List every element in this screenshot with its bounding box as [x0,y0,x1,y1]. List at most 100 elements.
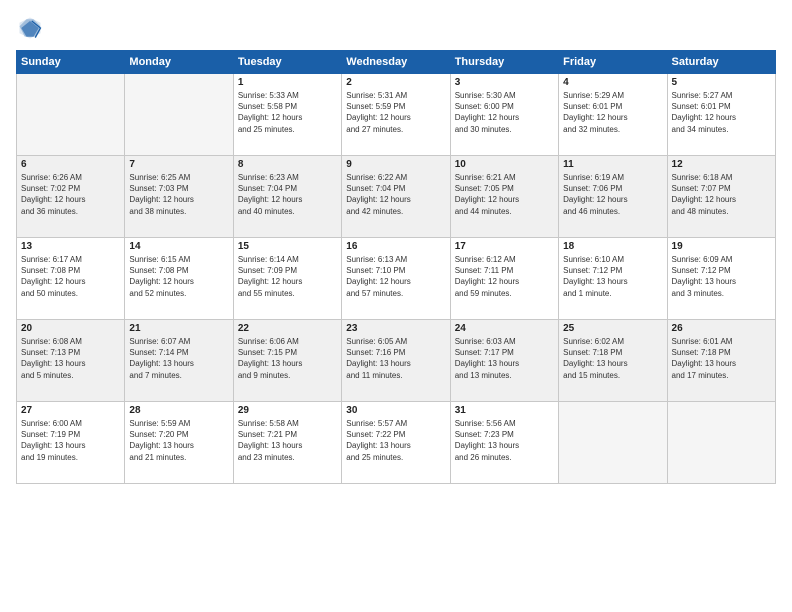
day-detail: Sunrise: 6:17 AM Sunset: 7:08 PM Dayligh… [21,254,120,299]
day-number: 10 [455,159,554,170]
day-number: 8 [238,159,337,170]
day-number: 30 [346,405,445,416]
day-detail: Sunrise: 6:21 AM Sunset: 7:05 PM Dayligh… [455,172,554,217]
calendar-cell: 27Sunrise: 6:00 AM Sunset: 7:19 PM Dayli… [17,402,125,484]
calendar-cell: 13 Sunrise: 6:17 AM Sunset: 7:08 PM Dayli… [17,238,125,320]
day-detail: Sunrise: 6:08 AM Sunset: 7:13 PM Dayligh… [21,336,120,381]
calendar-cell: 30 Sunrise: 5:57 AM Sunset: 7:22 PM Dayli… [342,402,450,484]
calendar-cell: 18Sunrise: 6:10 AM Sunset: 7:12 PM Dayli… [559,238,667,320]
calendar-cell: 19Sunrise: 6:09 AM Sunset: 7:12 PM Dayli… [667,238,775,320]
logo-icon [16,14,44,42]
day-detail: Sunrise: 6:26 AM Sunset: 7:02 PM Dayligh… [21,172,120,217]
day-detail: Sunrise: 6:23 AM Sunset: 7:04 PM Dayligh… [238,172,337,217]
day-detail: Sunrise: 6:05 AM Sunset: 7:16 PM Dayligh… [346,336,445,381]
day-detail: Sunrise: 5:33 AM Sunset: 5:58 PM Dayligh… [238,90,337,135]
calendar-cell: 24 Sunrise: 6:03 AM Sunset: 7:17 PM Dayli… [450,320,558,402]
day-detail: Sunrise: 6:22 AM Sunset: 7:04 PM Dayligh… [346,172,445,217]
day-number: 14 [129,241,228,252]
day-number: 9 [346,159,445,170]
day-number: 2 [346,77,445,88]
day-number: 29 [238,405,337,416]
day-number: 28 [129,405,228,416]
calendar-week-4: 20 Sunrise: 6:08 AM Sunset: 7:13 PM Dayli… [17,320,776,402]
calendar-cell: 12 Sunrise: 6:18 AM Sunset: 7:07 PM Dayli… [667,156,775,238]
calendar-cell: 26 Sunrise: 6:01 AM Sunset: 7:18 PM Dayli… [667,320,775,402]
day-detail: Sunrise: 5:56 AM Sunset: 7:23 PM Dayligh… [455,418,554,463]
day-number: 31 [455,405,554,416]
calendar-cell: 9 Sunrise: 6:22 AM Sunset: 7:04 PM Daylig… [342,156,450,238]
calendar-cell: 22 Sunrise: 6:06 AM Sunset: 7:15 PM Dayli… [233,320,341,402]
day-number: 1 [238,77,337,88]
day-number: 3 [455,77,554,88]
calendar-cell: 3Sunrise: 5:30 AM Sunset: 6:00 PM Daylig… [450,74,558,156]
day-detail: Sunrise: 5:27 AM Sunset: 6:01 PM Dayligh… [672,90,771,135]
day-detail: Sunrise: 6:19 AM Sunset: 7:06 PM Dayligh… [563,172,662,217]
calendar-cell: 7 Sunrise: 6:25 AM Sunset: 7:03 PM Daylig… [125,156,233,238]
day-detail: Sunrise: 6:07 AM Sunset: 7:14 PM Dayligh… [129,336,228,381]
day-detail: Sunrise: 6:13 AM Sunset: 7:10 PM Dayligh… [346,254,445,299]
logo [16,14,48,42]
calendar-cell [559,402,667,484]
weekday-header-row: SundayMondayTuesdayWednesdayThursdayFrid… [17,51,776,74]
calendar-cell: 1 Sunrise: 5:33 AM Sunset: 5:58 PM Daylig… [233,74,341,156]
calendar-cell: 5 Sunrise: 5:27 AM Sunset: 6:01 PM Daylig… [667,74,775,156]
day-number: 19 [672,241,771,252]
calendar-cell: 23Sunrise: 6:05 AM Sunset: 7:16 PM Dayli… [342,320,450,402]
calendar-cell: 15 Sunrise: 6:14 AM Sunset: 7:09 PM Dayli… [233,238,341,320]
day-number: 25 [563,323,662,334]
calendar-week-2: 6 Sunrise: 6:26 AM Sunset: 7:02 PM Daylig… [17,156,776,238]
day-detail: Sunrise: 6:06 AM Sunset: 7:15 PM Dayligh… [238,336,337,381]
calendar-cell [17,74,125,156]
weekday-header-saturday: Saturday [667,51,775,74]
day-detail: Sunrise: 6:15 AM Sunset: 7:08 PM Dayligh… [129,254,228,299]
day-detail: Sunrise: 5:57 AM Sunset: 7:22 PM Dayligh… [346,418,445,463]
calendar-cell: 2 Sunrise: 5:31 AM Sunset: 5:59 PM Daylig… [342,74,450,156]
weekday-header-friday: Friday [559,51,667,74]
calendar-cell: 10 Sunrise: 6:21 AM Sunset: 7:05 PM Dayli… [450,156,558,238]
day-number: 21 [129,323,228,334]
calendar-week-3: 13 Sunrise: 6:17 AM Sunset: 7:08 PM Dayli… [17,238,776,320]
day-detail: Sunrise: 6:25 AM Sunset: 7:03 PM Dayligh… [129,172,228,217]
day-number: 27 [21,405,120,416]
day-number: 5 [672,77,771,88]
day-number: 17 [455,241,554,252]
day-detail: Sunrise: 6:14 AM Sunset: 7:09 PM Dayligh… [238,254,337,299]
day-number: 20 [21,323,120,334]
calendar-cell: 25 Sunrise: 6:02 AM Sunset: 7:18 PM Dayli… [559,320,667,402]
day-number: 6 [21,159,120,170]
day-number: 4 [563,77,662,88]
weekday-header-sunday: Sunday [17,51,125,74]
day-detail: Sunrise: 6:01 AM Sunset: 7:18 PM Dayligh… [672,336,771,381]
weekday-header-monday: Monday [125,51,233,74]
calendar-week-5: 27Sunrise: 6:00 AM Sunset: 7:19 PM Dayli… [17,402,776,484]
calendar-cell: 21 Sunrise: 6:07 AM Sunset: 7:14 PM Dayli… [125,320,233,402]
weekday-header-thursday: Thursday [450,51,558,74]
day-number: 12 [672,159,771,170]
calendar-cell: 11Sunrise: 6:19 AM Sunset: 7:06 PM Dayli… [559,156,667,238]
calendar-cell: 31 Sunrise: 5:56 AM Sunset: 7:23 PM Dayli… [450,402,558,484]
page: SundayMondayTuesdayWednesdayThursdayFrid… [0,0,792,612]
day-detail: Sunrise: 6:02 AM Sunset: 7:18 PM Dayligh… [563,336,662,381]
day-detail: Sunrise: 5:29 AM Sunset: 6:01 PM Dayligh… [563,90,662,135]
day-detail: Sunrise: 6:10 AM Sunset: 7:12 PM Dayligh… [563,254,662,299]
calendar-cell: 20 Sunrise: 6:08 AM Sunset: 7:13 PM Dayli… [17,320,125,402]
calendar-cell: 17 Sunrise: 6:12 AM Sunset: 7:11 PM Dayli… [450,238,558,320]
day-detail: Sunrise: 6:03 AM Sunset: 7:17 PM Dayligh… [455,336,554,381]
calendar-cell: 16 Sunrise: 6:13 AM Sunset: 7:10 PM Dayli… [342,238,450,320]
calendar: SundayMondayTuesdayWednesdayThursdayFrid… [16,50,776,484]
day-detail: Sunrise: 6:18 AM Sunset: 7:07 PM Dayligh… [672,172,771,217]
day-number: 15 [238,241,337,252]
calendar-cell: 29Sunrise: 5:58 AM Sunset: 7:21 PM Dayli… [233,402,341,484]
day-number: 24 [455,323,554,334]
day-number: 16 [346,241,445,252]
calendar-cell [125,74,233,156]
day-detail: Sunrise: 6:12 AM Sunset: 7:11 PM Dayligh… [455,254,554,299]
day-number: 13 [21,241,120,252]
day-number: 26 [672,323,771,334]
day-number: 22 [238,323,337,334]
day-detail: Sunrise: 5:31 AM Sunset: 5:59 PM Dayligh… [346,90,445,135]
day-number: 7 [129,159,228,170]
calendar-cell: 8 Sunrise: 6:23 AM Sunset: 7:04 PM Daylig… [233,156,341,238]
calendar-week-1: 1 Sunrise: 5:33 AM Sunset: 5:58 PM Daylig… [17,74,776,156]
calendar-cell: 6 Sunrise: 6:26 AM Sunset: 7:02 PM Daylig… [17,156,125,238]
